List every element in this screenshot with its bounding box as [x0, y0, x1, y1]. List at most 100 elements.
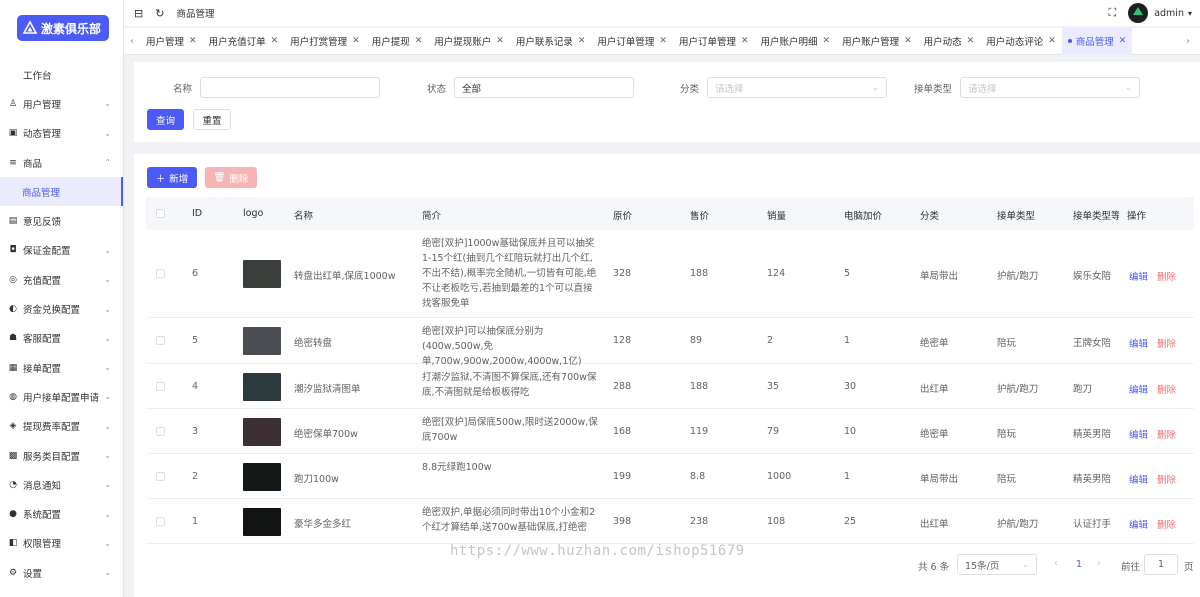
- close-icon[interactable]: ✕: [578, 36, 586, 46]
- fullscreen-icon[interactable]: ⛶: [1109, 6, 1117, 20]
- sidebar-item[interactable]: ⚙ 设置 ⌄: [0, 558, 123, 587]
- edit-link[interactable]: 编辑: [1129, 472, 1148, 486]
- goto-page-input[interactable]: 1: [1144, 554, 1178, 575]
- sidebar-item[interactable]: ◈ 提现费率配置 ⌄: [0, 412, 123, 441]
- row-checkbox[interactable]: [156, 516, 165, 526]
- sidebar-item[interactable]: ♙ 用户管理 ⌄: [0, 89, 123, 118]
- delete-link[interactable]: 删除: [1157, 517, 1176, 531]
- page-size-select[interactable]: 15条/页 ⌄: [957, 554, 1037, 575]
- row-checkbox[interactable]: [156, 426, 165, 436]
- order-type-select[interactable]: 请选择 ⌄: [960, 77, 1140, 98]
- delete-button[interactable]: 🗑 删除: [205, 167, 257, 188]
- product-logo-image: [243, 417, 281, 446]
- close-icon[interactable]: ✕: [1048, 36, 1056, 46]
- row-checkbox[interactable]: [156, 336, 165, 345]
- sidebar-item[interactable]: ◎ 充值配置 ⌄: [0, 265, 123, 294]
- sidebar-item[interactable]: ▣ 动态管理 ⌄: [0, 119, 123, 148]
- tab[interactable]: 用户账户管理 ✕: [836, 28, 918, 55]
- product-logo-image: [243, 372, 281, 401]
- delete-link[interactable]: 删除: [1157, 382, 1176, 396]
- tab[interactable]: 用户动态 ✕: [918, 28, 981, 55]
- close-icon[interactable]: ✕: [904, 36, 912, 46]
- edit-link[interactable]: 编辑: [1129, 517, 1148, 531]
- chevron-down-icon[interactable]: ▾: [1188, 9, 1192, 18]
- current-page[interactable]: 1: [1076, 559, 1082, 570]
- next-page-icon[interactable]: ›: [1097, 558, 1101, 569]
- sidebar-item-label: 服务类目配置: [23, 451, 81, 463]
- tab[interactable]: 用户提现账户 ✕: [428, 28, 510, 55]
- sidebar-item-label: 系统配置: [23, 510, 62, 522]
- close-icon[interactable]: ✕: [1119, 36, 1127, 46]
- sidebar-item[interactable]: ▤ 意见反馈: [0, 206, 123, 235]
- close-icon[interactable]: ✕: [823, 36, 831, 46]
- sidebar-item-label: 客服配置: [23, 334, 62, 346]
- tab[interactable]: 用户账户明细 ✕: [755, 28, 837, 55]
- tab[interactable]: 商品管理 ✕: [1061, 27, 1133, 55]
- tab[interactable]: 用户充值订单 ✕: [203, 28, 285, 55]
- close-icon[interactable]: ✕: [189, 36, 197, 46]
- select-all-checkbox[interactable]: [156, 209, 165, 218]
- username[interactable]: admin: [1154, 8, 1184, 19]
- sidebar: 激素俱乐部 工作台 ♙ 用户管理 ⌄ ▣ 动态管理 ⌄ ≡ 商品 ⌃ 商品管理 ▤ 意见反馈 ◘ 保证金配置…: [0, 0, 124, 597]
- tab-label: 用户打赏管理: [290, 37, 348, 48]
- chevron-down-icon: ⌄: [104, 304, 111, 314]
- name-input[interactable]: [200, 77, 380, 98]
- delete-link[interactable]: 删除: [1157, 269, 1176, 283]
- category-select[interactable]: 请选择 ⌄: [707, 77, 887, 98]
- sidebar-item[interactable]: ◐ 资金兑换配置 ⌄: [0, 294, 123, 323]
- refresh-icon[interactable]: ↻: [155, 7, 164, 20]
- add-button[interactable]: ＋ 新增: [147, 167, 197, 188]
- sidebar-item[interactable]: ◧ 权限管理 ⌄: [0, 529, 123, 558]
- sidebar-item[interactable]: ≡ 商品 ⌃: [0, 148, 123, 177]
- sidebar-item[interactable]: 工作台: [0, 60, 123, 89]
- tab[interactable]: 用户打赏管理 ✕: [284, 28, 366, 55]
- row-checkbox[interactable]: [156, 381, 165, 391]
- close-icon[interactable]: ✕: [967, 36, 975, 46]
- edit-link[interactable]: 编辑: [1129, 427, 1148, 441]
- close-icon[interactable]: ✕: [496, 36, 504, 46]
- close-icon[interactable]: ✕: [352, 36, 360, 46]
- sidebar-item[interactable]: ● 系统配置 ⌄: [0, 499, 123, 528]
- edit-link[interactable]: 编辑: [1129, 269, 1148, 283]
- tabs-scroll-right-icon[interactable]: ›: [1180, 36, 1196, 47]
- edit-link[interactable]: 编辑: [1129, 336, 1148, 350]
- sidebar-item[interactable]: ▩ 服务类目配置 ⌄: [0, 441, 123, 470]
- tab[interactable]: 用户联系记录 ✕: [510, 28, 592, 55]
- tab[interactable]: 用户提现 ✕: [366, 28, 429, 55]
- close-icon[interactable]: ✕: [741, 36, 749, 46]
- close-icon[interactable]: ✕: [659, 36, 667, 46]
- sidebar-item[interactable]: ◔ 消息通知 ⌄: [0, 470, 123, 499]
- sidebar-item[interactable]: ◍ 用户接单配置申请 ⌄: [0, 382, 123, 411]
- sidebar-item-label: 消息通知: [23, 480, 62, 492]
- page-size-value: 15条/页: [965, 560, 1000, 572]
- delete-link[interactable]: 删除: [1157, 336, 1176, 350]
- tab[interactable]: 用户动态评论 ✕: [980, 28, 1062, 55]
- status-select[interactable]: 全部: [454, 77, 634, 98]
- row-checkbox[interactable]: [156, 471, 165, 481]
- tab[interactable]: 用户管理 ✕: [140, 28, 203, 55]
- close-icon[interactable]: ✕: [271, 36, 279, 46]
- close-icon[interactable]: ✕: [415, 36, 423, 46]
- th-id[interactable]: ID: [192, 208, 202, 219]
- tabs-scroll-left-icon[interactable]: ‹: [124, 36, 140, 47]
- avatar[interactable]: [1128, 3, 1149, 23]
- th-price: 售价: [690, 211, 710, 222]
- delete-link[interactable]: 删除: [1157, 472, 1176, 486]
- tab[interactable]: 用户订单管理 ✕: [591, 28, 673, 55]
- cell-pc-markup: 5: [844, 268, 851, 279]
- cell-pc-markup: 1: [844, 335, 851, 346]
- delete-link[interactable]: 删除: [1157, 427, 1176, 441]
- sidebar-item[interactable]: 商品管理: [0, 177, 123, 207]
- tab[interactable]: 用户订单管理 ✕: [673, 28, 755, 55]
- prev-page-icon[interactable]: ‹: [1054, 558, 1058, 569]
- app-logo[interactable]: 激素俱乐部: [17, 15, 110, 41]
- sidebar-item[interactable]: ☗ 客服配置 ⌄: [0, 324, 123, 353]
- sidebar-item[interactable]: ◘ 保证金配置 ⌄: [0, 236, 123, 265]
- edit-link[interactable]: 编辑: [1129, 382, 1148, 396]
- query-button[interactable]: 查询: [147, 109, 184, 130]
- reset-button[interactable]: 重置: [193, 109, 231, 130]
- sidebar-item[interactable]: ▦ 接单配置 ⌄: [0, 353, 123, 382]
- collapse-sidebar-icon[interactable]: ⊟: [134, 7, 143, 20]
- row-checkbox[interactable]: [156, 269, 165, 278]
- cell-pc-markup: 1: [844, 470, 851, 482]
